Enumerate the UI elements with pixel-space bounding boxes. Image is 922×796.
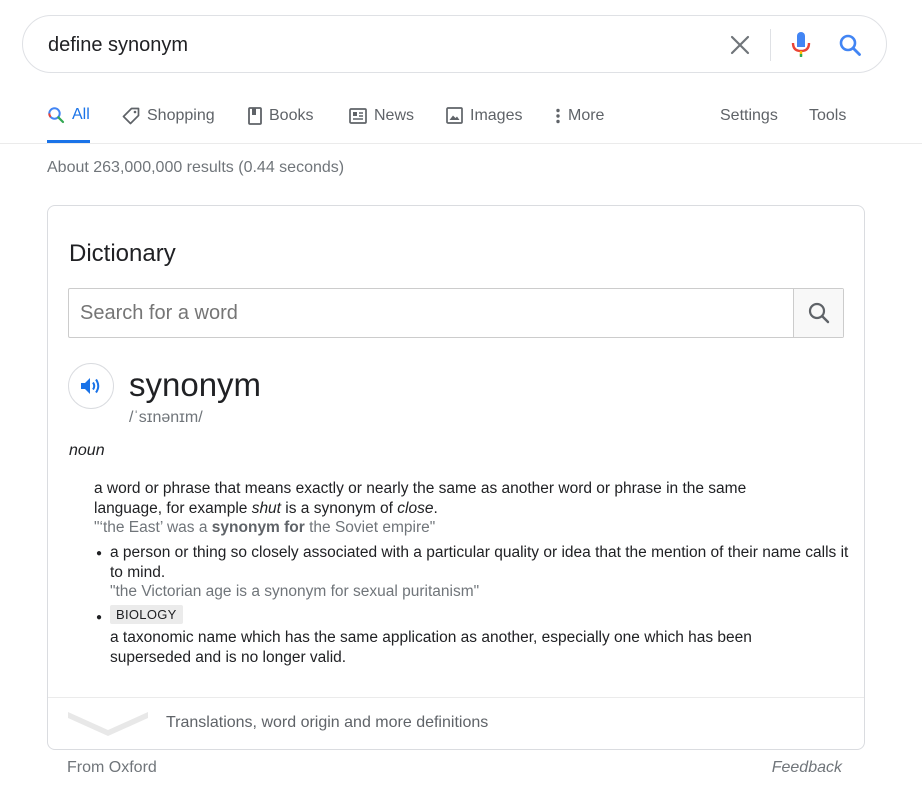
part-of-speech: noun [69,442,105,459]
search-tabs: All Shopping Books News Images More Sett… [0,90,922,144]
definition-emphasis: shut [251,499,281,517]
tab-all-label: All [72,106,90,123]
definition-text: a person or thing so closely associated … [110,544,849,581]
tab-books-label: Books [269,106,314,124]
search-icon [48,107,65,124]
searchbar-divider [770,29,771,61]
card-title: Dictionary [69,240,176,267]
settings-link[interactable]: Settings [720,90,778,143]
more-vertical-icon [556,108,560,123]
example-segment: "‘the East’ was a [94,519,212,536]
chevron-down-icon [68,712,148,736]
dictionary-search [68,288,844,338]
newspaper-icon [349,107,367,124]
expand-definitions-button[interactable]: Translations, word origin and more defin… [48,698,864,749]
expand-definitions-label: Translations, word origin and more defin… [166,714,489,731]
search-bar [22,15,887,73]
example-bold: synonym for [211,519,305,536]
domain-label: BIOLOGY [110,605,183,624]
settings-label: Settings [720,106,778,124]
tag-icon [122,107,140,124]
tab-books[interactable]: Books [248,90,313,143]
dictionary-search-input[interactable] [69,289,793,337]
search-icon [839,34,861,56]
tab-news[interactable]: News [349,90,414,143]
tab-news-label: News [374,106,415,124]
definition-segment: is a synonym of [281,499,398,517]
search-icon [808,302,829,324]
pronunciation-button[interactable] [68,363,114,409]
definition-text: a word or phrase that means exactly or n… [94,479,814,518]
bullet-marker: ● [96,612,103,623]
tab-more-label: More [568,106,605,124]
source-attribution: From Oxford [67,759,157,776]
tab-all[interactable]: All [47,90,90,143]
bullet-marker: ● [96,548,103,559]
headword: synonym [129,366,262,403]
search-button[interactable] [834,29,866,61]
definition-segment: . [433,499,438,517]
definition-sense: a person or thing so closely associated … [110,543,850,602]
phonetic-spelling: /ˈsɪnənɪm/ [129,409,203,426]
result-stats: About 263,000,000 results (0.44 seconds) [47,159,345,176]
definition-text: a taxonomic name which has the same appl… [110,629,752,666]
speaker-icon [81,378,100,394]
tab-images[interactable]: Images [446,90,522,143]
close-icon [730,35,750,55]
tools-link[interactable]: Tools [809,90,846,143]
voice-search-button[interactable] [785,29,817,61]
search-input[interactable] [48,32,688,58]
tab-shopping-label: Shopping [147,106,215,124]
tab-images-label: Images [470,106,523,124]
usage-example: "the Victorian age is a synonym for sexu… [110,583,480,600]
dictionary-card: Dictionary synonym /ˈsɪnənɪm/ noun a wor… [47,205,865,750]
usage-example: "‘the East’ was a synonym for the Soviet… [94,518,814,538]
image-icon [446,107,463,124]
book-icon [248,106,262,125]
microphone-icon [791,32,811,57]
tools-label: Tools [809,106,847,124]
tab-more[interactable]: More [555,90,604,143]
definition-emphasis: close [397,499,434,517]
dictionary-search-button[interactable] [793,289,843,337]
clear-search-button[interactable] [725,30,755,60]
feedback-link[interactable]: Feedback [772,759,842,777]
definition-sense: a word or phrase that means exactly or n… [94,479,814,538]
tab-shopping[interactable]: Shopping [122,90,215,143]
definition-sense: a taxonomic name which has the same appl… [110,628,810,667]
example-segment: the Soviet empire" [304,519,436,536]
